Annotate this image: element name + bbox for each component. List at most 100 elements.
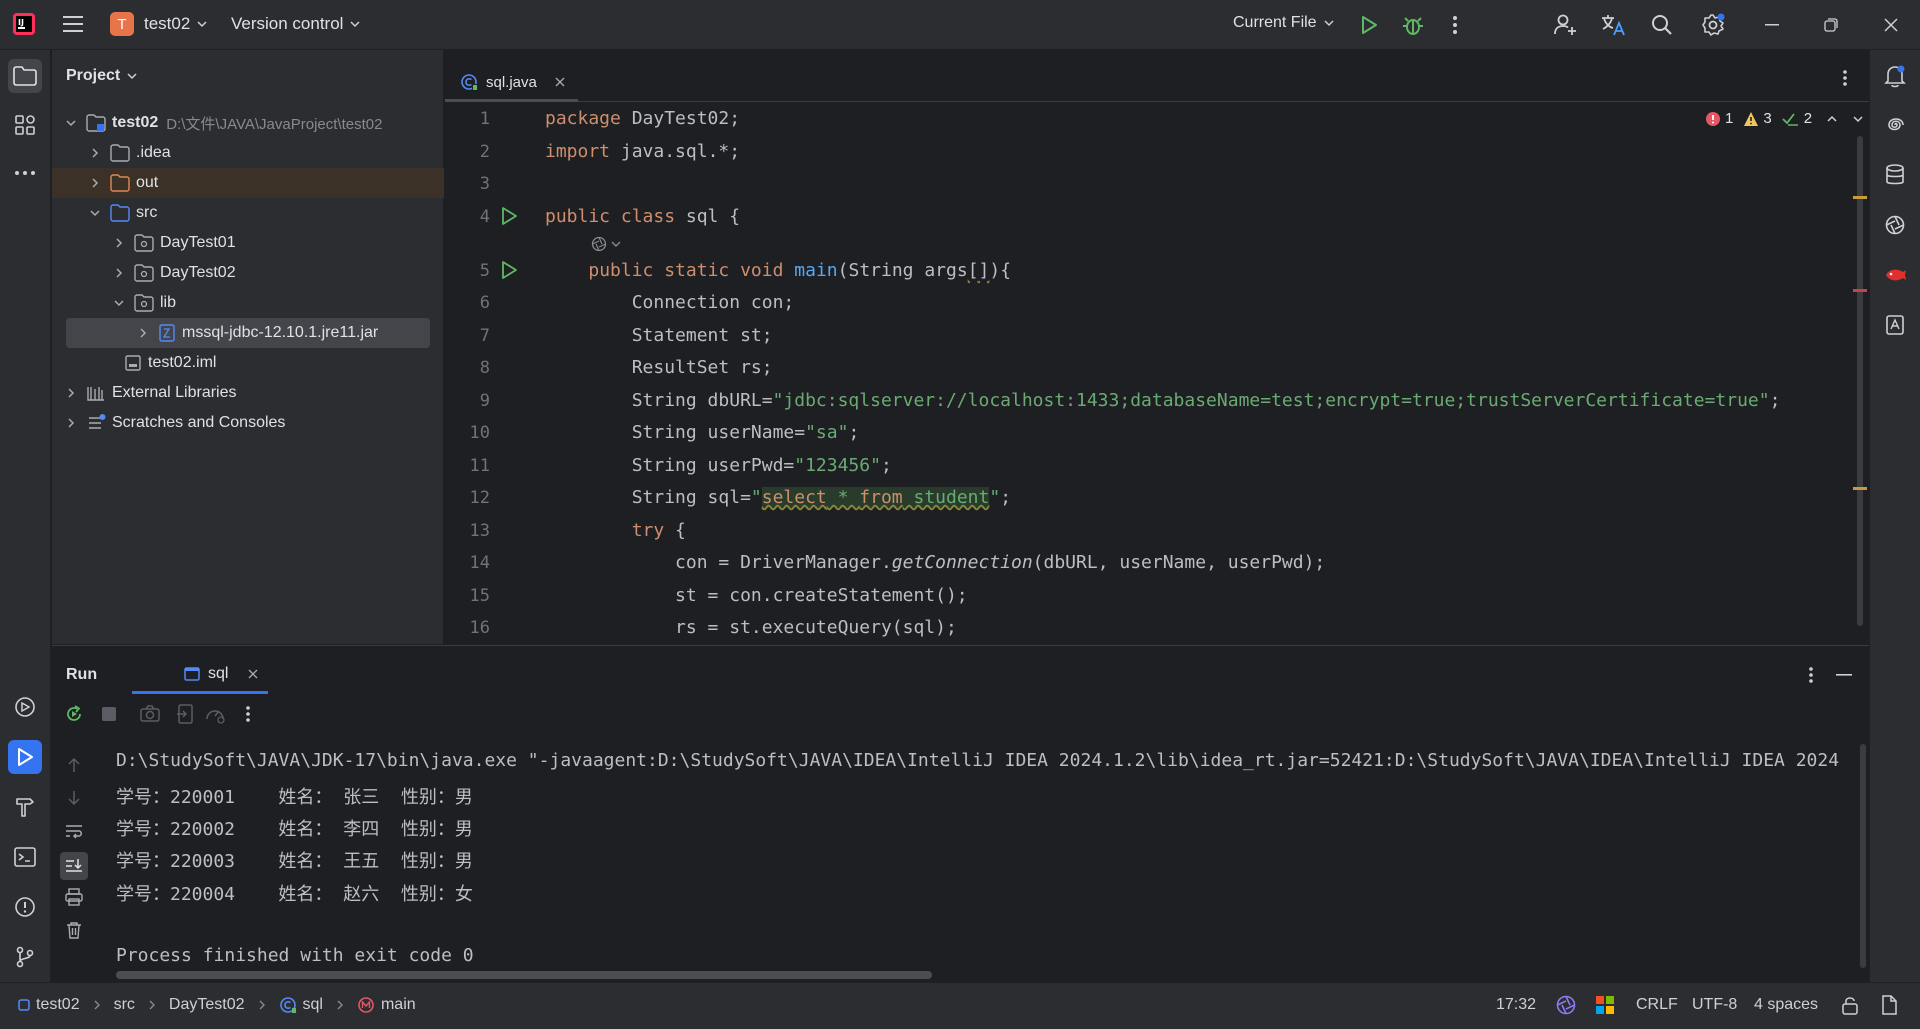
ai-assistant-tool-button[interactable] <box>1878 108 1912 142</box>
services-tool-button[interactable] <box>8 690 42 724</box>
run-options-icon[interactable] <box>1808 666 1814 684</box>
tree-row-mssql-jar[interactable]: mssql-jdbc-12.10.1.jre11.jar <box>66 318 430 348</box>
editor-scrollbar[interactable] <box>1857 136 1863 626</box>
project-panel-header[interactable]: Project <box>66 67 138 85</box>
indent-setting[interactable]: 4 spaces <box>1754 996 1818 1014</box>
project-switcher[interactable]: T test02 <box>110 12 208 36</box>
breadcrumb-item[interactable]: DayTest02 <box>169 996 245 1014</box>
word-book-tool-button[interactable] <box>1878 308 1912 342</box>
chevron-down-icon[interactable] <box>88 206 102 220</box>
chevron-up-icon[interactable] <box>1826 113 1838 125</box>
line-ending[interactable]: CRLF <box>1636 996 1678 1014</box>
tree-row-idea[interactable]: .idea <box>52 138 444 168</box>
close-window-icon[interactable] <box>1883 17 1899 33</box>
chevron-right-icon[interactable] <box>88 176 102 190</box>
coverage-icon[interactable] <box>204 704 226 724</box>
tree-row-daytest01[interactable]: DayTest01 <box>52 228 444 258</box>
console-horizontal-scrollbar[interactable] <box>116 971 932 979</box>
chevron-right-icon[interactable] <box>88 146 102 160</box>
run-tool-button[interactable] <box>8 740 42 774</box>
file-encoding[interactable]: UTF-8 <box>1692 996 1737 1014</box>
minimize-window-icon[interactable] <box>1765 24 1779 26</box>
warning-mark[interactable] <box>1853 487 1867 490</box>
more-actions-icon[interactable] <box>245 705 251 723</box>
more-actions-icon[interactable] <box>1452 15 1458 35</box>
code-with-me-icon[interactable] <box>1553 13 1577 37</box>
chevron-down-icon[interactable] <box>64 116 78 130</box>
chevron-down-icon[interactable] <box>1852 113 1864 125</box>
ai-status-icon[interactable] <box>1555 994 1577 1016</box>
notifications-tool-button[interactable] <box>1878 59 1912 93</box>
database-tool-button[interactable] <box>1878 158 1912 192</box>
tab-actions-icon[interactable] <box>1842 69 1848 87</box>
tree-row-test02[interactable]: test02 D:\文件\JAVA\JavaProject\test02 <box>52 108 444 138</box>
arrow-down-icon <box>67 790 81 806</box>
gutter-run-class-icon[interactable] <box>500 206 518 226</box>
version-control-menu[interactable]: Version control <box>231 14 361 34</box>
project-tool-button[interactable] <box>8 59 42 93</box>
chevron-right-icon[interactable] <box>64 386 78 400</box>
breadcrumb-item[interactable]: sql <box>303 996 323 1014</box>
git-tool-button[interactable] <box>8 940 42 974</box>
error-mark[interactable] <box>1853 289 1867 292</box>
inspection-widget[interactable]: 1 3 2 <box>1705 110 1864 127</box>
soft-wrap-button[interactable] <box>62 819 86 843</box>
module-icon <box>18 999 30 1011</box>
clear-all-button[interactable] <box>62 918 86 942</box>
breadcrumb-item[interactable]: test02 <box>36 996 80 1014</box>
plugin-tool-button[interactable] <box>1878 208 1912 242</box>
close-tab-icon[interactable] <box>248 669 258 679</box>
close-tab-icon[interactable] <box>555 77 565 87</box>
warning-mark[interactable] <box>1853 196 1867 199</box>
translate-icon[interactable] <box>1600 13 1626 37</box>
stop-icon[interactable] <box>101 706 117 722</box>
debug-icon[interactable] <box>1402 14 1424 36</box>
main-menu-icon[interactable] <box>63 15 83 33</box>
chevron-right-icon[interactable] <box>64 416 78 430</box>
console-vertical-scrollbar[interactable] <box>1857 744 1869 968</box>
chevron-down-icon[interactable] <box>112 296 126 310</box>
camera-icon[interactable] <box>140 705 160 723</box>
caret-position[interactable]: 17:32 <box>1496 996 1536 1014</box>
tree-row-external-libraries[interactable]: External Libraries <box>52 378 444 408</box>
chevron-right-icon[interactable] <box>112 266 126 280</box>
file-status-icon[interactable] <box>1880 995 1898 1015</box>
breadcrumb-item[interactable]: main <box>381 996 416 1014</box>
lock-icon[interactable] <box>1841 995 1859 1015</box>
tree-row-src[interactable]: src <box>52 198 444 228</box>
tree-label: lib <box>160 294 177 311</box>
rerun-icon[interactable] <box>64 704 84 724</box>
intellij-logo-icon[interactable]: IJ <box>13 13 35 35</box>
run-icon[interactable] <box>1360 15 1378 35</box>
tab-sql-java[interactable]: sql.java <box>460 64 565 100</box>
tree-row-out[interactable]: out <box>52 168 444 198</box>
restore-window-icon[interactable] <box>1824 18 1838 32</box>
code-vision-icon[interactable] <box>590 235 624 253</box>
chevron-right-icon[interactable] <box>136 326 150 340</box>
more-tools-button[interactable] <box>8 156 42 190</box>
tree-row-lib[interactable]: lib <box>52 288 444 318</box>
tab-scrollbar[interactable] <box>445 99 578 102</box>
run-config-selector[interactable]: Current File <box>1233 14 1335 32</box>
run-tab-sql[interactable]: sql <box>132 656 269 694</box>
translator-tool-button[interactable] <box>1878 258 1912 292</box>
terminal-tool-button[interactable] <box>8 840 42 874</box>
settings-gear-icon[interactable] <box>1701 13 1725 37</box>
breadcrumb-item[interactable]: src <box>114 996 135 1014</box>
scroll-to-end-button[interactable] <box>60 852 88 880</box>
print-button[interactable] <box>62 885 86 909</box>
search-icon[interactable] <box>1651 14 1673 36</box>
hide-panel-icon[interactable] <box>1836 674 1852 676</box>
import-icon[interactable] <box>176 704 194 724</box>
scroll-up-button[interactable] <box>62 753 86 777</box>
tree-row-daytest02[interactable]: DayTest02 <box>52 258 444 288</box>
structure-tool-button[interactable] <box>8 108 42 142</box>
scroll-down-button[interactable] <box>62 786 86 810</box>
gutter-run-main-icon[interactable] <box>500 260 518 280</box>
build-tool-button[interactable] <box>8 790 42 824</box>
problems-tool-button[interactable] <box>8 890 42 924</box>
chevron-right-icon[interactable] <box>112 236 126 250</box>
windows-logo-icon[interactable] <box>1596 996 1614 1014</box>
tree-row-scratches[interactable]: Scratches and Consoles <box>52 408 444 438</box>
tree-row-test02-iml[interactable]: test02.iml <box>52 348 444 378</box>
